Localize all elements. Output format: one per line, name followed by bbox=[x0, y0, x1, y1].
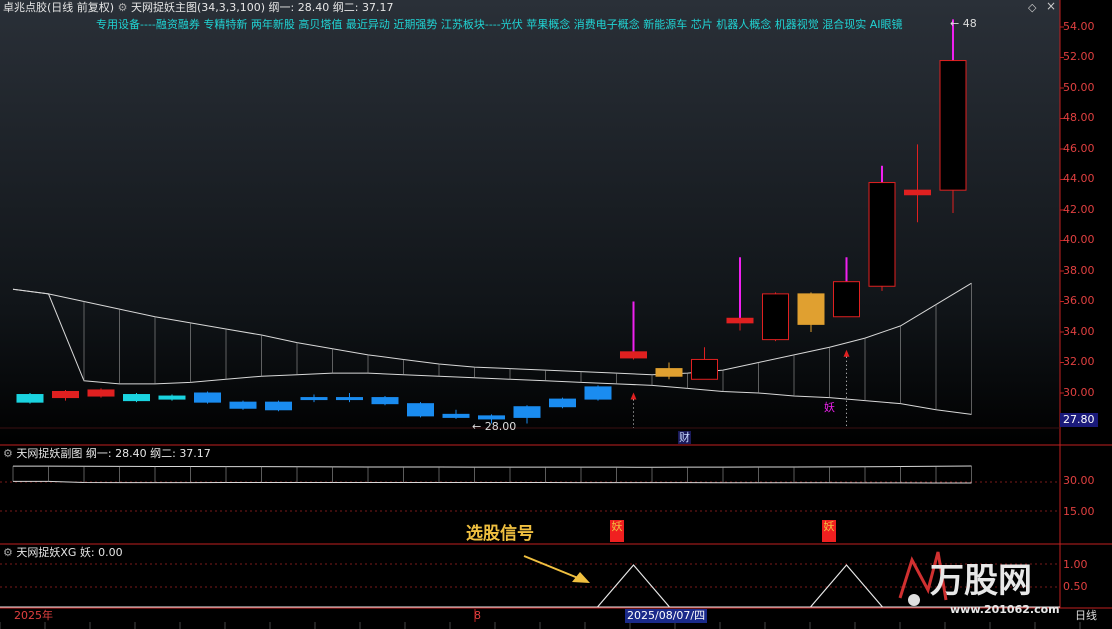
candle-body-4 bbox=[158, 395, 186, 400]
sub1-gear-icon[interactable]: ⚙ bbox=[3, 447, 13, 460]
indicator-gear-icon[interactable]: ⚙ bbox=[118, 1, 128, 14]
year-label: 2025年 bbox=[14, 609, 53, 622]
watermark-logo-dot bbox=[908, 594, 920, 606]
high-price-value: 48 bbox=[962, 17, 977, 30]
candle-body-2 bbox=[87, 389, 115, 397]
candle-body-1 bbox=[52, 390, 79, 399]
month-label: 8 bbox=[474, 609, 481, 622]
low-price-value: 28.00 bbox=[484, 420, 517, 433]
price-tick-30: 30.00 bbox=[1063, 386, 1095, 399]
current-price-tag: 27.80 bbox=[1060, 413, 1098, 427]
diamond-icon[interactable]: ◇ bbox=[1028, 1, 1036, 14]
watermark-brand: 万股网 bbox=[930, 561, 1032, 601]
price-tick-34: 34.00 bbox=[1063, 325, 1095, 338]
chart-canvas[interactable] bbox=[0, 0, 1112, 629]
gang1-value: 28.40 bbox=[297, 1, 330, 14]
candle-body-11 bbox=[407, 403, 434, 417]
candle-body-22 bbox=[797, 293, 825, 325]
price-tick-38: 38.00 bbox=[1063, 264, 1095, 277]
sub1-tick-15: 15.00 bbox=[1063, 505, 1095, 518]
candle-body-15 bbox=[549, 398, 576, 408]
candle-body-18 bbox=[655, 368, 683, 377]
price-tick-36: 36.00 bbox=[1063, 294, 1095, 307]
concept-tags: 专用设备----融资融券 专精特新 两年新股 高贝塔值 最近异动 近期强势 江苏… bbox=[96, 18, 903, 31]
candle-body-8 bbox=[300, 397, 328, 401]
gang2-label: 纲二: bbox=[332, 1, 359, 14]
sub2-title[interactable]: 天网捉妖XG bbox=[16, 546, 76, 559]
signal-annotation: 选股信号 bbox=[466, 524, 534, 544]
price-tick-42: 42.00 bbox=[1063, 203, 1095, 216]
sub1-gang1-label: 纲一: bbox=[85, 447, 112, 460]
stock-title[interactable]: 卓兆点胶(日线 前复权) bbox=[3, 1, 114, 14]
low-price-label: ← 28.00 bbox=[472, 420, 517, 433]
candle-body-5 bbox=[194, 392, 221, 403]
price-tick-44: 44.00 bbox=[1063, 172, 1095, 185]
candle-body-14 bbox=[513, 406, 541, 418]
candle-body-3 bbox=[123, 394, 150, 402]
gang1-label: 纲一: bbox=[268, 1, 295, 14]
price-tick-46: 46.00 bbox=[1063, 142, 1095, 155]
candle-body-19 bbox=[691, 358, 718, 380]
price-tick-32: 32.00 bbox=[1063, 355, 1095, 368]
price-tick-52: 52.00 bbox=[1063, 50, 1095, 63]
xg-signal-1 bbox=[810, 564, 883, 608]
sub2-yao-label: 妖: bbox=[79, 546, 95, 559]
candle-body-10 bbox=[371, 397, 399, 405]
price-tick-54: 54.00 bbox=[1063, 20, 1095, 33]
candle-body-20 bbox=[726, 317, 754, 324]
main-panel-bg bbox=[0, 0, 1060, 445]
gang2-value: 37.17 bbox=[361, 1, 394, 14]
yao-flag-1-text: 妖 bbox=[611, 520, 623, 533]
candle-body-25 bbox=[904, 189, 931, 196]
yao-flag-2-text: 妖 bbox=[823, 520, 835, 533]
sub2-tick-05: 0.50 bbox=[1063, 580, 1088, 593]
sub2-tick-1: 1.00 bbox=[1063, 558, 1088, 571]
yao-flag-2: 妖 bbox=[822, 520, 836, 542]
high-price-label: ← 48 bbox=[950, 17, 977, 30]
xg-signal-0 bbox=[597, 564, 670, 608]
candle-body-9 bbox=[336, 397, 363, 401]
main-header: 卓兆点胶(日线 前复权) ⚙ 天网捉妖主图(34,3,3,100) 纲一: 28… bbox=[3, 1, 393, 14]
candle-body-7 bbox=[265, 401, 292, 411]
main-indicator-name[interactable]: 天网捉妖主图(34,3,3,100) bbox=[131, 1, 265, 14]
candle-body-0 bbox=[16, 394, 44, 403]
price-tick-40: 40.00 bbox=[1063, 233, 1095, 246]
sub1-upper-line bbox=[12, 465, 972, 468]
sub1-title[interactable]: 天网捉妖副图 bbox=[16, 447, 82, 460]
candle-body-24 bbox=[868, 182, 896, 287]
candle-body-26 bbox=[939, 60, 967, 191]
yao-flag-1: 妖 bbox=[610, 520, 624, 542]
sub1-tick-30: 30.00 bbox=[1063, 474, 1095, 487]
sub2-gear-icon[interactable]: ⚙ bbox=[3, 546, 13, 559]
candle-body-23 bbox=[833, 281, 860, 318]
close-icon[interactable]: × bbox=[1046, 0, 1056, 13]
candle-body-6 bbox=[229, 401, 257, 409]
period-label[interactable]: 日线 bbox=[1075, 609, 1097, 622]
cursor-date: 2025/08/07/四 bbox=[625, 609, 708, 623]
price-tick-50: 50.00 bbox=[1063, 81, 1095, 94]
sub1-gang2-value: 37.17 bbox=[179, 447, 211, 460]
finance-marker[interactable]: 财 bbox=[678, 431, 691, 444]
signal-pointer-line bbox=[523, 555, 579, 579]
candle-body-21 bbox=[762, 293, 789, 341]
sub1-header: ⚙ 天网捉妖副图 纲一: 28.40 纲二: 37.17 bbox=[3, 447, 211, 460]
candle-body-17 bbox=[620, 351, 647, 359]
watermark-url: www.201062.com bbox=[950, 603, 1060, 616]
candle-body-13 bbox=[478, 415, 505, 420]
sub1-gang1-value: 28.40 bbox=[115, 447, 147, 460]
candle-body-12 bbox=[442, 413, 470, 418]
sub2-yao-value: 0.00 bbox=[98, 546, 123, 559]
price-tick-48: 48.00 bbox=[1063, 111, 1095, 124]
candle-body-16 bbox=[584, 386, 612, 400]
sub2-header: ⚙ 天网捉妖XG 妖: 0.00 bbox=[3, 546, 123, 559]
yao-marker: 妖 bbox=[824, 401, 835, 414]
sub1-gang2-label: 纲二: bbox=[150, 447, 176, 460]
